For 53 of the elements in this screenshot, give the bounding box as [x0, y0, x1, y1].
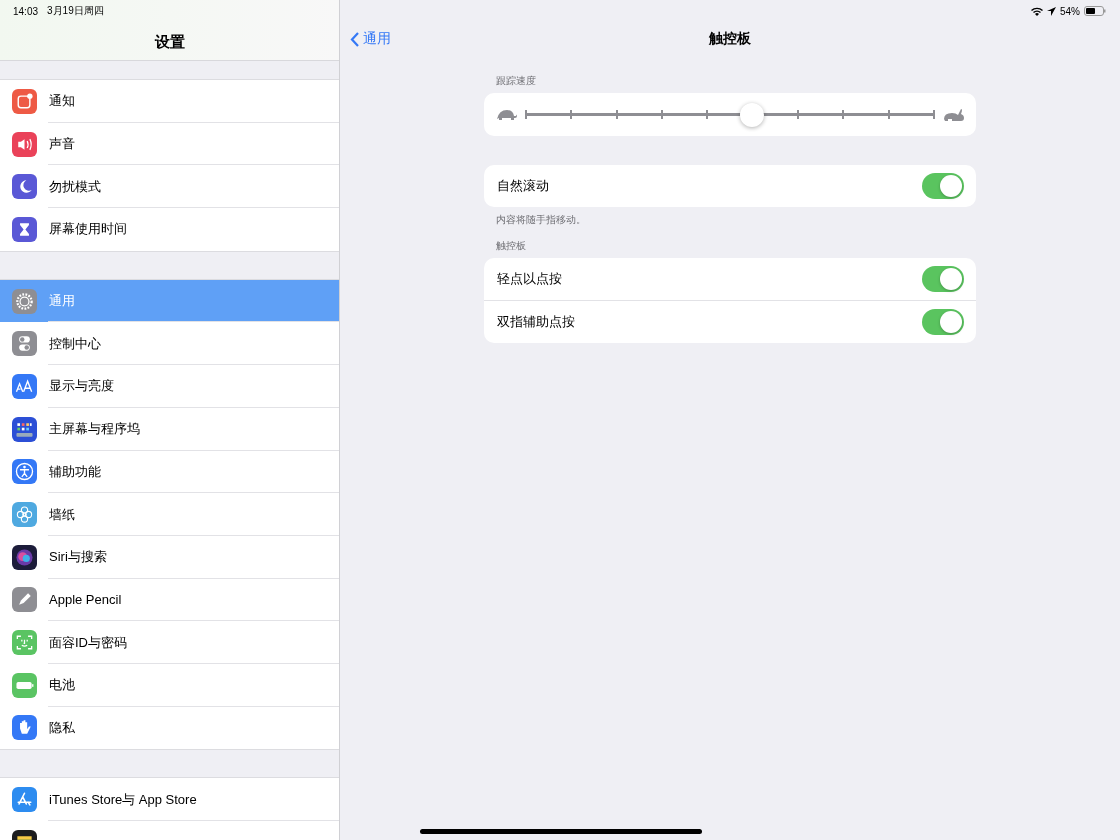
section-header: 触控板	[495, 239, 527, 253]
settings-item[interactable]: Apple Pencil	[0, 578, 339, 622]
section-header: 跟踪速度	[495, 74, 537, 88]
chevron-left-icon	[350, 31, 359, 47]
back-button[interactable]: 通用	[350, 30, 391, 48]
settings-item[interactable]: 主屏幕与程序坞	[0, 407, 339, 451]
hand-icon	[12, 715, 37, 741]
settings-item[interactable]: 显示与亮度	[0, 365, 339, 408]
settings-item[interactable]: 电池	[0, 663, 339, 707]
hourglass-icon	[12, 216, 37, 242]
setting-label: 轻点以点按	[497, 270, 562, 288]
setting-label: 自然滚动	[497, 177, 549, 195]
wifi-icon	[1031, 6, 1043, 16]
slider-track[interactable]	[526, 101, 934, 128]
toggle-switch[interactable]	[922, 309, 964, 335]
siri-orb-icon	[12, 544, 37, 570]
bell-square-icon	[12, 88, 37, 114]
toggle-switch[interactable]	[922, 266, 964, 292]
gear-icon	[12, 288, 37, 314]
page-title: 触控板	[709, 30, 751, 48]
settings-item[interactable]: 声音	[0, 122, 339, 166]
rabbit-icon	[942, 106, 964, 123]
face-scan-icon	[12, 630, 37, 656]
letters-icon	[12, 373, 37, 399]
settings-item[interactable]: 屏幕使用时间	[0, 208, 339, 251]
accessibility-icon	[12, 459, 37, 485]
settings-item[interactable]: 墙纸	[0, 493, 339, 536]
toggle-switch[interactable]	[922, 173, 964, 199]
switches-icon	[12, 331, 37, 357]
battery-icon	[12, 672, 37, 698]
flower-icon	[12, 502, 37, 528]
section-footer: 内容将随手指移动。	[484, 207, 976, 227]
status-time: 14:03	[13, 5, 39, 17]
slider-thumb[interactable]	[740, 102, 765, 127]
app-store-icon	[12, 787, 37, 813]
sidebar-title: 设置	[154, 33, 185, 52]
settings-item[interactable]: 辅助功能	[0, 450, 339, 494]
settings-item[interactable]: 控制中心	[0, 322, 339, 366]
app-grid-icon	[12, 416, 37, 442]
battery-percent: 54%	[1060, 5, 1080, 17]
moon-icon	[12, 174, 37, 200]
settings-item[interactable]: 通知	[0, 80, 339, 123]
settings-item[interactable]: 隐私	[0, 706, 339, 750]
settings-item[interactable]: 面容ID与密码	[0, 621, 339, 664]
turtle-icon	[496, 108, 518, 121]
setting-label: 双指辅助点按	[497, 313, 575, 331]
settings-item[interactable]: Siri与搜索	[0, 535, 339, 579]
settings-item[interactable]: 勿扰模式	[0, 165, 339, 209]
battery-icon	[1084, 6, 1106, 16]
status-date: 3月19日周四	[47, 4, 104, 18]
location-arrow-icon	[1047, 6, 1056, 16]
pencil-icon	[12, 587, 37, 613]
speaker-icon	[12, 131, 37, 157]
